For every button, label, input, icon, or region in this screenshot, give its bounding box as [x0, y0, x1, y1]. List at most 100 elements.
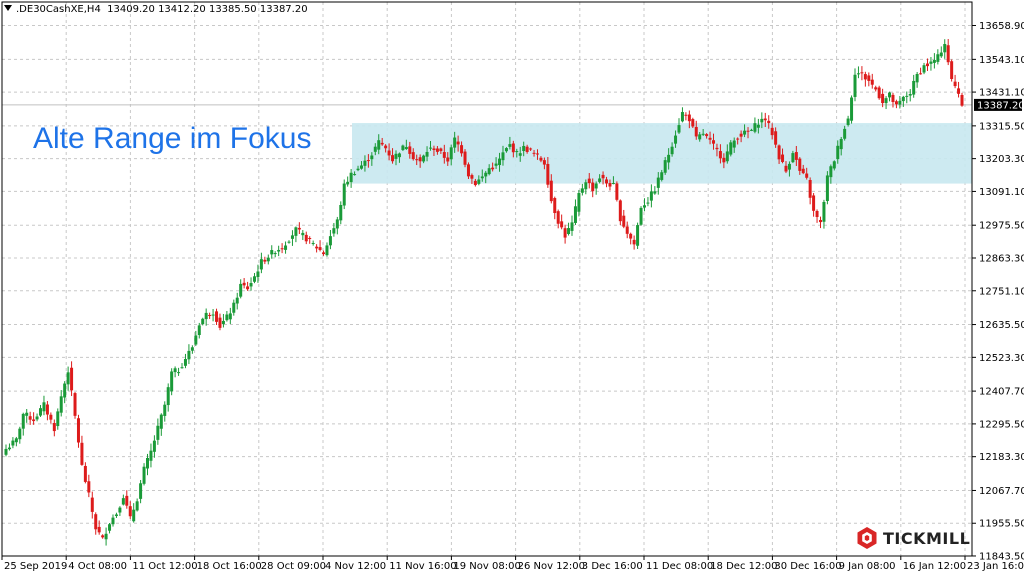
- candle-body: [812, 195, 816, 211]
- candle-body: [246, 286, 250, 290]
- candle: [863, 71, 867, 87]
- candle-body: [525, 146, 529, 152]
- candle: [180, 363, 184, 369]
- candle-body: [663, 160, 667, 173]
- y-tick-label: 12635.50: [979, 320, 1024, 331]
- candle-body: [304, 234, 308, 242]
- candle-body: [615, 183, 619, 200]
- candle: [867, 72, 871, 87]
- candle-body: [449, 147, 453, 160]
- candle-body: [235, 297, 239, 304]
- candle-body: [515, 151, 519, 153]
- candle: [908, 89, 912, 102]
- candle: [884, 96, 888, 110]
- candle-body: [401, 145, 405, 151]
- price-chart: 13658.90 13543.10 13431.10 13315.50 13203.30…: [1, 1, 1024, 572]
- candle-body: [42, 402, 46, 412]
- candle: [156, 418, 160, 445]
- candle-body: [888, 92, 892, 98]
- candle: [325, 242, 329, 257]
- candle-body: [874, 87, 878, 90]
- candle: [121, 494, 125, 506]
- candle-body: [549, 180, 553, 202]
- candle-body: [456, 141, 460, 145]
- candle-body: [684, 114, 688, 116]
- candle-body: [556, 211, 560, 224]
- candle-body: [522, 145, 526, 151]
- candle: [618, 199, 622, 226]
- candle-body: [418, 157, 422, 162]
- candle-body: [101, 535, 105, 538]
- candle: [284, 241, 288, 254]
- candle-body: [18, 428, 22, 440]
- candle-body: [770, 127, 774, 136]
- candle: [135, 498, 139, 512]
- candle-body: [466, 164, 470, 177]
- candle-body: [66, 372, 70, 385]
- candle: [21, 412, 25, 436]
- candle-body: [373, 146, 377, 152]
- candle-body: [535, 153, 539, 155]
- candle-body: [901, 96, 905, 102]
- candle: [874, 85, 878, 92]
- candle-body: [870, 79, 874, 85]
- candle-body: [173, 368, 177, 373]
- candle-body: [560, 221, 564, 228]
- candle: [328, 230, 332, 250]
- candle: [335, 216, 339, 235]
- candle-body: [570, 222, 574, 231]
- candle: [953, 74, 957, 89]
- candle-body: [287, 241, 291, 243]
- candle-body: [856, 73, 860, 75]
- candle: [684, 112, 688, 121]
- candle-body: [76, 418, 80, 443]
- candle-body: [667, 154, 671, 163]
- candle-body: [135, 501, 139, 511]
- candle-body: [442, 152, 446, 158]
- candle: [183, 353, 187, 369]
- candle: [190, 345, 194, 354]
- candle-body: [228, 313, 232, 320]
- candle: [925, 58, 929, 71]
- y-tick-label: 13431.10: [979, 88, 1024, 99]
- dropdown-triangle-icon[interactable]: [4, 5, 12, 11]
- candle-body: [953, 81, 957, 87]
- candle: [52, 419, 56, 437]
- candle-body: [743, 130, 747, 135]
- candle-body: [805, 173, 809, 178]
- y-tick-label: 12863.30: [979, 253, 1024, 264]
- candle-body: [277, 249, 281, 252]
- candle-body: [380, 142, 384, 145]
- candle-body: [784, 165, 788, 172]
- candle-body: [936, 54, 940, 62]
- candle-body: [860, 72, 864, 74]
- candle-body: [594, 183, 598, 189]
- candle-body: [774, 131, 778, 145]
- candle-body: [477, 179, 481, 184]
- candle: [290, 230, 294, 246]
- candle: [622, 209, 626, 229]
- candle-body: [798, 158, 802, 171]
- candle-body: [932, 59, 936, 63]
- candle: [32, 412, 36, 425]
- candle-body: [739, 133, 743, 137]
- candle-body: [567, 228, 571, 235]
- candle-body: [273, 253, 277, 255]
- candle: [311, 240, 315, 246]
- candle-body: [498, 158, 502, 166]
- candle: [18, 426, 22, 444]
- candle-body: [446, 157, 450, 162]
- candle: [812, 193, 816, 217]
- candle: [45, 401, 49, 421]
- candle-body: [14, 438, 18, 443]
- candle: [170, 368, 174, 396]
- candle-body: [11, 440, 15, 446]
- x-tick-label: 26 Nov 12:00: [518, 561, 585, 572]
- candle-body: [52, 423, 56, 432]
- candle: [73, 392, 77, 419]
- candle: [322, 250, 326, 256]
- x-tick-label: 18 Dec 12:00: [710, 561, 777, 572]
- candle-body: [884, 98, 888, 104]
- candle: [94, 512, 98, 535]
- candle-body: [425, 151, 429, 157]
